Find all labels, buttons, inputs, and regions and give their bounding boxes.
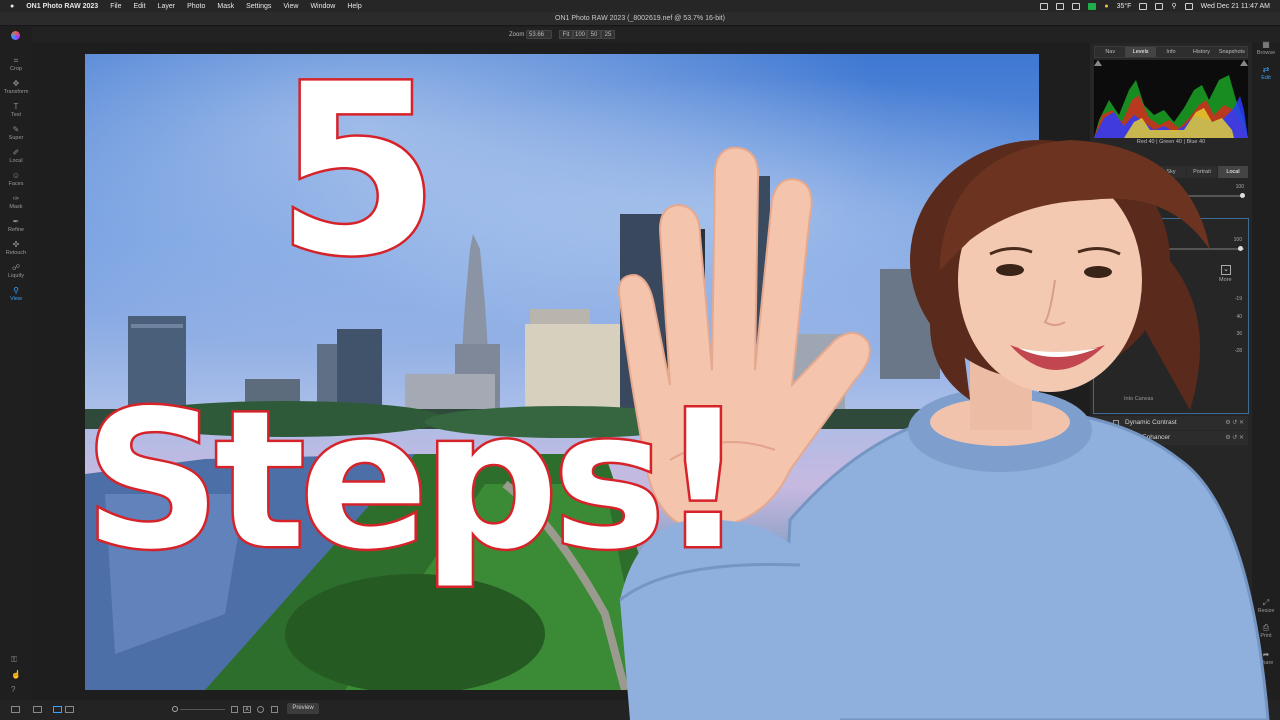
menu-layer[interactable]: Layer	[158, 3, 176, 10]
zoom-slider[interactable]	[180, 709, 225, 710]
tab-history[interactable]: History	[1186, 47, 1216, 57]
overlay-mode-icon[interactable]	[271, 706, 278, 713]
tool-crop[interactable]: ⌗ Crop	[0, 56, 32, 72]
menu-bar: ● ON1 Photo RAW 2023 File Edit Layer Pho…	[0, 0, 1280, 12]
mask-view-icon[interactable]	[231, 706, 238, 713]
zoom-25-button[interactable]: 25	[601, 30, 615, 39]
nav-tabs: Nav Levels Info History Snapshots	[1094, 46, 1248, 58]
preview-button[interactable]: Preview	[287, 703, 319, 714]
browse-icon: ▦	[1262, 40, 1270, 49]
menu-photo[interactable]: Photo	[187, 3, 205, 10]
crop-icon: ⌗	[13, 56, 19, 65]
tool-text[interactable]: T Text	[0, 102, 32, 118]
text-icon: T	[13, 102, 19, 111]
zoom-50-button[interactable]: 50	[587, 30, 601, 39]
menu-help[interactable]: Help	[347, 3, 361, 10]
tab-info[interactable]: Info	[1156, 47, 1186, 57]
tool-label: Refine	[8, 227, 24, 233]
menu-edit[interactable]: Edit	[133, 3, 145, 10]
tool-label: Mask	[9, 204, 23, 210]
zoom-100-button[interactable]: 100	[573, 30, 587, 39]
menu-file[interactable]: File	[110, 3, 121, 10]
control-center-icon[interactable]	[1184, 2, 1193, 10]
tool-label: View	[10, 296, 22, 302]
single-view-icon[interactable]	[53, 706, 62, 713]
tool-refine[interactable]: ✒ Refine	[0, 217, 32, 233]
transform-icon: ✥	[12, 79, 20, 88]
tool-local[interactable]: ✐ Local	[0, 148, 32, 164]
panel-toggle-icon[interactable]	[11, 706, 20, 713]
histogram	[1094, 60, 1248, 138]
view-icon: ⚲	[13, 286, 19, 295]
menu-window[interactable]: Window	[310, 3, 335, 10]
tool-retouch[interactable]: ✜ Retouch	[0, 240, 32, 256]
tool-mask[interactable]: ✑ Mask	[0, 194, 32, 210]
hand-icon[interactable]: ☝	[11, 670, 21, 679]
mask-brush-icon: ✑	[12, 194, 20, 203]
window-title: ON1 Photo RAW 2023 (_8002619.nef @ 53.7%…	[0, 12, 1280, 26]
liquify-icon: ☍	[11, 263, 21, 272]
menu-view[interactable]: View	[283, 3, 298, 10]
tool-super[interactable]: ✎ Super	[0, 125, 32, 141]
help-icon[interactable]: ?	[11, 685, 15, 694]
tool-label: Transform	[3, 89, 29, 95]
tool-label: Retouch	[5, 250, 27, 256]
tool-view[interactable]: ⚲ View	[0, 286, 32, 302]
zoom-input[interactable]: 53.66	[526, 30, 552, 39]
tab-nav[interactable]: Nav	[1095, 47, 1125, 57]
retouch-icon: ✜	[12, 240, 20, 249]
module-label: Browse	[1256, 50, 1276, 56]
zoom-fit-button[interactable]: Fit	[559, 30, 573, 39]
tool-faces[interactable]: ☺ Faces	[0, 171, 32, 187]
weather-icon[interactable]: ●	[1104, 3, 1108, 10]
tab-snapshots[interactable]: Snapshots	[1217, 47, 1247, 57]
bluetooth-icon[interactable]	[1139, 2, 1148, 10]
module-edit[interactable]: ⇄ Edit	[1252, 65, 1280, 81]
tab-levels[interactable]: Levels	[1125, 47, 1156, 57]
menu-mask[interactable]: Mask	[217, 3, 234, 10]
tool-transform[interactable]: ✥ Transform	[0, 79, 32, 95]
local-brush-icon: ✐	[12, 148, 20, 157]
sync-icon[interactable]	[1056, 2, 1065, 10]
search-icon[interactable]: ⚲	[1171, 2, 1176, 10]
headline-number: 5	[274, 35, 442, 308]
tool-label: Super	[8, 135, 24, 141]
wifi-icon[interactable]	[1155, 2, 1164, 10]
refine-icon: ✒	[12, 217, 20, 226]
apple-icon[interactable]: ●	[10, 3, 14, 10]
headline-steps: Steps!	[81, 370, 748, 591]
zoom-label: Zoom	[509, 32, 525, 38]
app-tray-icon[interactable]	[1088, 2, 1097, 10]
menu-settings[interactable]: Settings	[246, 3, 271, 10]
filmstrip-icon[interactable]	[33, 706, 42, 713]
faces-icon: ☺	[11, 171, 21, 180]
super-brush-icon: ✎	[12, 125, 20, 134]
on1-logo-icon	[11, 31, 20, 40]
circle-mode-icon[interactable]	[257, 706, 264, 713]
compare-view-icon[interactable]	[65, 706, 74, 713]
lock-icon[interactable]: ⚿	[11, 655, 17, 665]
tool-liquify[interactable]: ☍ Liquify	[0, 263, 32, 279]
zoom-toolbar: Zoom 53.66 Fit 100 50 25	[0, 27, 1280, 43]
dropbox-icon[interactable]	[1072, 2, 1081, 10]
edit-icon: ⇄	[1262, 65, 1270, 74]
zoom-slider-knob[interactable]	[172, 706, 178, 712]
camera-icon[interactable]	[1040, 2, 1049, 10]
auto-icon[interactable]: A	[243, 706, 251, 713]
tool-label: Text	[10, 112, 22, 118]
app-menu[interactable]: ON1 Photo RAW 2023	[26, 3, 98, 10]
weather-temp[interactable]: 35°F	[1117, 3, 1132, 10]
module-label: Edit	[1261, 75, 1271, 81]
tool-label: Crop	[10, 66, 22, 72]
module-browse[interactable]: ▦ Browse	[1252, 40, 1280, 56]
tool-label: Local	[9, 158, 23, 164]
menubar-clock[interactable]: Wed Dec 21 11:47 AM	[1201, 3, 1270, 10]
tool-label: Liquify	[8, 273, 24, 279]
tool-label: Faces	[8, 181, 24, 187]
